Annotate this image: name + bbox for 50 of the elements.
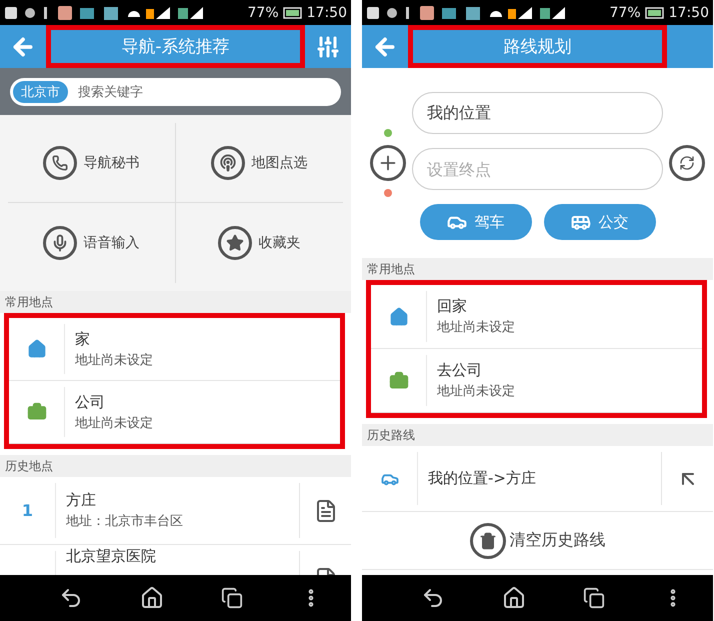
- trash-icon: [470, 522, 506, 558]
- house-icon: [26, 339, 46, 359]
- place-address: 地址：北京市丰台区: [66, 513, 184, 530]
- battery-icon: [644, 6, 665, 18]
- search-placeholder: 搜索关键字: [78, 84, 143, 100]
- shortcut-button[interactable]: 收藏夹: [176, 203, 343, 283]
- start-dot: [384, 129, 392, 137]
- clock-time: 17:50: [306, 4, 347, 20]
- place-address: 地址尚未设定: [75, 414, 154, 432]
- briefcase-icon: [388, 370, 408, 390]
- place-name: 家: [75, 330, 91, 348]
- section-heading-text: 常用地点: [5, 294, 53, 311]
- place-name: 方庄: [66, 491, 97, 510]
- battery-percent: 77%: [610, 4, 641, 20]
- screen-title: 路线规划: [504, 36, 572, 58]
- shortcut-button[interactable]: 导航秘书: [8, 123, 176, 203]
- place-name: 去公司: [437, 361, 483, 380]
- home-icon[interactable]: [502, 586, 526, 610]
- place-address: 地址尚未设定: [75, 352, 154, 368]
- section-heading-text: 历史路线: [367, 427, 415, 444]
- clock-time: 17:50: [668, 4, 709, 20]
- phone-icon: [43, 146, 78, 180]
- battery-percent: 77%: [248, 4, 279, 20]
- house-icon: [388, 306, 408, 326]
- recent-apps-icon[interactable]: [221, 587, 244, 609]
- route-text: 我的位置->方庄: [428, 469, 537, 488]
- place-address: 地址尚未设定: [437, 319, 516, 336]
- place-name: 北京望京医院: [66, 547, 157, 566]
- search-field[interactable]: 北京市 搜索关键字: [10, 78, 341, 106]
- item-index: 1: [22, 501, 34, 520]
- section-heading-text: 常用地点: [367, 261, 415, 278]
- home-icon[interactable]: [140, 586, 164, 610]
- place-name: 公司: [75, 392, 106, 412]
- microphone-icon: [43, 226, 78, 260]
- place-name: 回家: [437, 297, 468, 316]
- screen-title: 导航-系统推荐: [121, 36, 230, 58]
- battery-icon: [282, 6, 303, 18]
- end-dot: [384, 189, 392, 197]
- recent-apps-icon[interactable]: [583, 587, 606, 609]
- section-heading-text: 历史地点: [5, 458, 53, 475]
- clear-history-button[interactable]: 清空历史路线: [470, 522, 606, 558]
- shortcut-button[interactable]: 地图点选: [176, 123, 343, 203]
- destination-field[interactable]: 设置终点: [412, 148, 663, 190]
- start-field[interactable]: 我的位置: [412, 92, 663, 134]
- place-address: 地址尚未设定: [437, 383, 516, 400]
- swap-icon[interactable]: [669, 145, 705, 181]
- broadcast-icon: [211, 146, 246, 180]
- add-stop-icon[interactable]: [370, 145, 406, 181]
- shortcut-button[interactable]: 语音输入: [8, 203, 176, 283]
- briefcase-icon: [26, 402, 46, 422]
